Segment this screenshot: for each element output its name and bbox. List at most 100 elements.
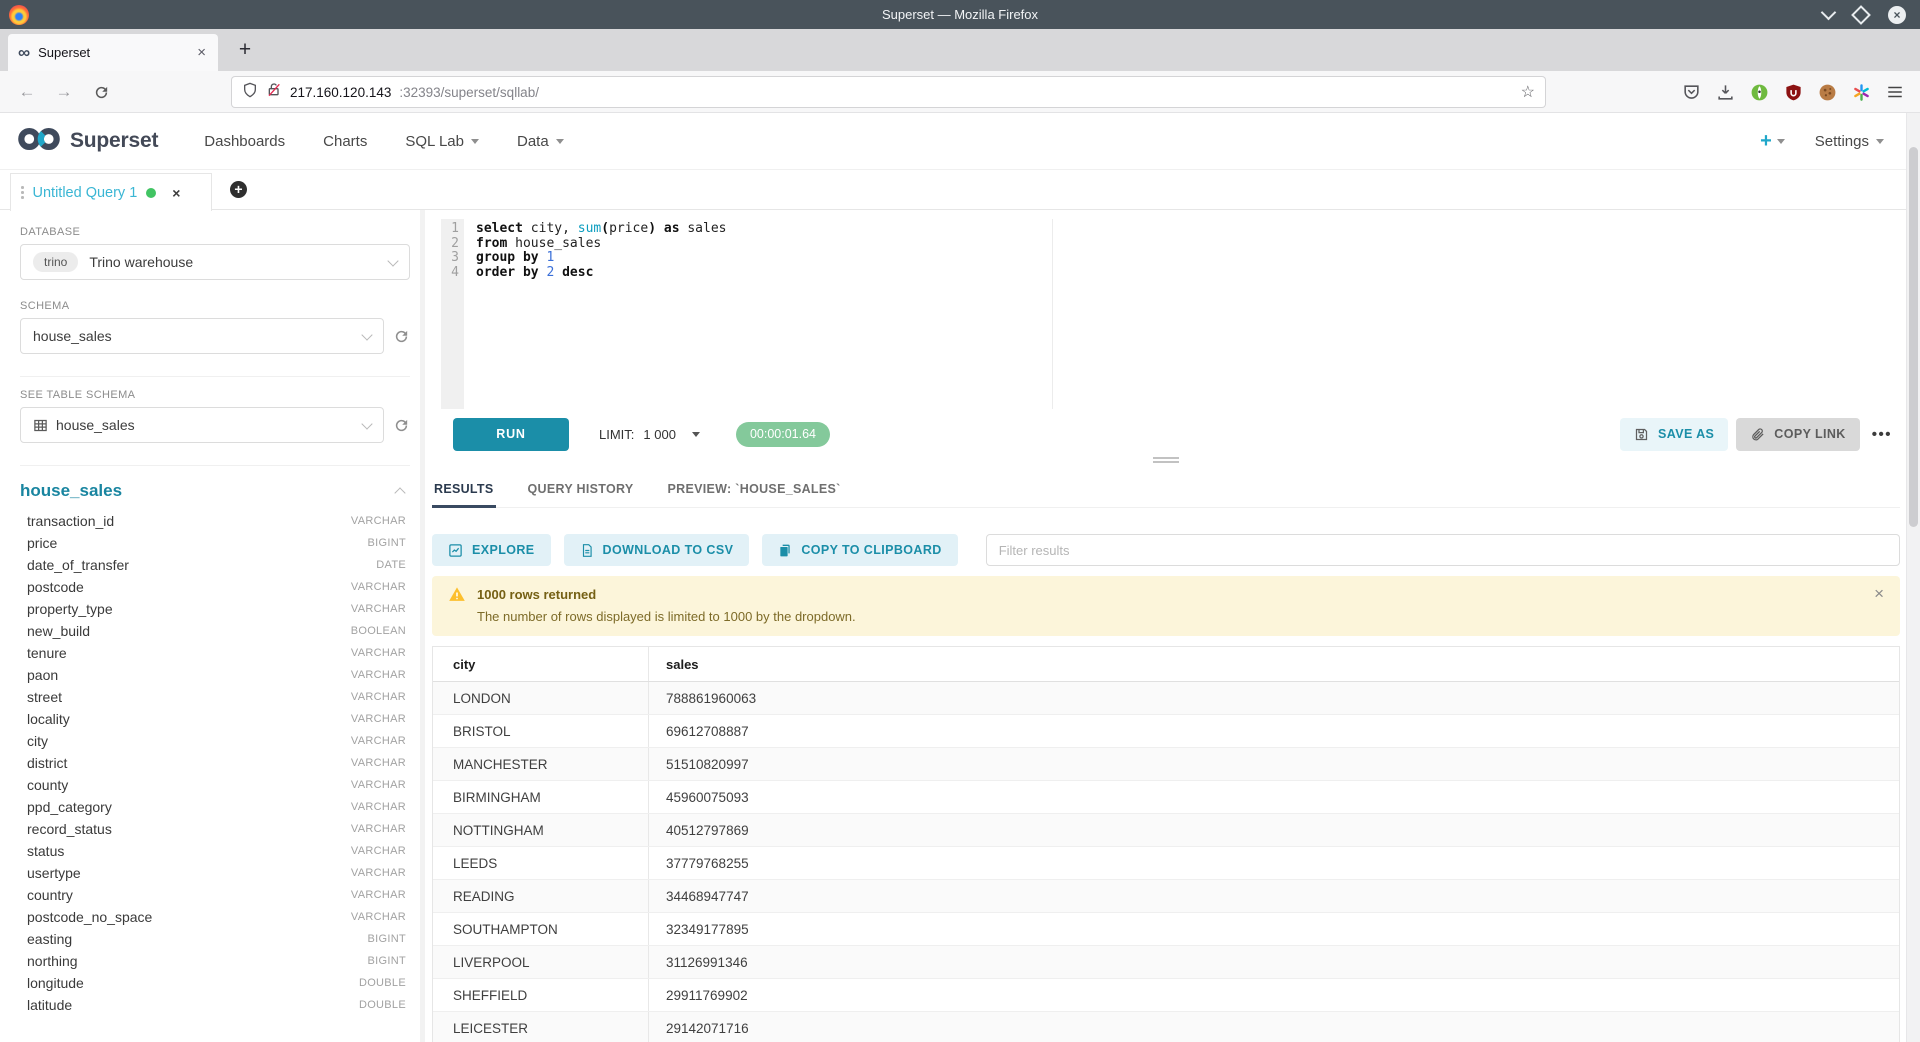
header-city[interactable]: city bbox=[433, 647, 649, 681]
os-titlebar: Superset — Mozilla Firefox × bbox=[0, 0, 1920, 29]
scrollbar-thumb[interactable] bbox=[1909, 147, 1918, 527]
sqllab-main-panel: 1234 select city, sum(price) as salesfro… bbox=[432, 210, 1900, 1042]
window-title: Superset — Mozilla Firefox bbox=[0, 7, 1920, 22]
run-button[interactable]: RUN bbox=[453, 418, 569, 451]
query-status-dot bbox=[146, 188, 156, 198]
cell-sales: 69612708887 bbox=[649, 715, 1899, 747]
query-tab-label: Untitled Query 1 bbox=[33, 185, 138, 201]
limit-dropdown[interactable]: LIMIT: 1 000 bbox=[599, 427, 700, 442]
sql-editor[interactable]: 1234 select city, sum(price) as salesfro… bbox=[441, 219, 1900, 409]
results-tab-preview[interactable]: PREVIEW: `HOUSE_SALES` bbox=[666, 479, 843, 507]
cell-sales: 51510820997 bbox=[649, 748, 1899, 780]
add-query-tab-button[interactable]: + bbox=[230, 181, 247, 198]
forward-arrow-icon[interactable]: → bbox=[49, 77, 79, 107]
reload-icon[interactable] bbox=[86, 77, 116, 107]
schema-column-row: cityVARCHAR bbox=[27, 730, 410, 752]
superset-logo-icon[interactable] bbox=[16, 124, 62, 159]
broken-lock-icon[interactable] bbox=[266, 82, 282, 103]
browser-tab-title: Superset bbox=[38, 45, 195, 60]
clipboard-icon bbox=[778, 543, 792, 558]
copy-clipboard-button[interactable]: COPY TO CLIPBOARD bbox=[762, 534, 957, 566]
header-sales[interactable]: sales bbox=[649, 647, 1899, 681]
browser-tab[interactable]: ∞ Superset × bbox=[8, 34, 218, 71]
download-csv-button[interactable]: DOWNLOAD TO CSV bbox=[564, 534, 750, 566]
shield-icon[interactable] bbox=[242, 82, 258, 103]
back-arrow-icon[interactable]: ← bbox=[12, 77, 42, 107]
pane-splitter-handle[interactable] bbox=[1153, 457, 1179, 465]
url-bar[interactable]: 217.160.120.143 :32393/superset/sqllab/ … bbox=[232, 77, 1545, 107]
table-name-heading[interactable]: house_sales bbox=[20, 481, 122, 501]
code-token: city, bbox=[523, 221, 578, 236]
tab-close-icon[interactable]: × bbox=[195, 44, 208, 61]
schema-column-row: districtVARCHAR bbox=[27, 752, 410, 774]
window-close-icon[interactable]: × bbox=[1888, 6, 1906, 24]
cell-city: SHEFFIELD bbox=[433, 979, 649, 1011]
code-token: select bbox=[476, 221, 523, 236]
results-tab-query-history[interactable]: QUERY HISTORY bbox=[526, 479, 636, 507]
copy-link-button[interactable]: COPY LINK bbox=[1736, 418, 1859, 451]
schema-column-row: ppd_categoryVARCHAR bbox=[27, 796, 410, 818]
settings-menu[interactable]: Settings bbox=[1815, 133, 1884, 150]
chevron-up-icon[interactable] bbox=[394, 487, 405, 498]
new-item-button[interactable]: + bbox=[1760, 130, 1785, 153]
column-type: VARCHAR bbox=[351, 757, 406, 769]
column-name: record_status bbox=[27, 821, 112, 837]
alert-close-icon[interactable]: × bbox=[1874, 584, 1884, 604]
table-row: LEEDS37779768255 bbox=[433, 847, 1899, 880]
extension-pinwheel-icon[interactable] bbox=[1852, 83, 1871, 102]
refresh-schema-icon[interactable] bbox=[393, 328, 410, 345]
brand-name[interactable]: Superset bbox=[70, 129, 158, 153]
column-name: country bbox=[27, 887, 73, 903]
column-type: VARCHAR bbox=[351, 867, 406, 879]
table-row: SHEFFIELD29911769902 bbox=[433, 979, 1899, 1012]
drag-handle-icon[interactable] bbox=[21, 186, 24, 199]
more-options-icon[interactable]: ••• bbox=[1872, 426, 1892, 443]
privacy-badger-icon[interactable] bbox=[1750, 83, 1769, 102]
refresh-table-icon[interactable] bbox=[393, 417, 410, 434]
menu-icon[interactable] bbox=[1886, 83, 1904, 101]
column-name: street bbox=[27, 689, 62, 705]
url-path: :32393/superset/sqllab/ bbox=[399, 85, 1512, 100]
cell-city: SOUTHAMPTON bbox=[433, 913, 649, 945]
results-tab-results[interactable]: RESULTS bbox=[432, 479, 496, 507]
column-name: price bbox=[27, 535, 57, 551]
query-tab-close-icon[interactable]: × bbox=[172, 185, 180, 201]
sidebar-resize-handle[interactable] bbox=[420, 210, 425, 1042]
nav-item-charts[interactable]: Charts bbox=[323, 133, 367, 150]
schema-column-row: tenureVARCHAR bbox=[27, 642, 410, 664]
bookmark-star-icon[interactable]: ☆ bbox=[1521, 82, 1535, 102]
schema-column-row: priceBIGINT bbox=[27, 532, 410, 554]
query-tab[interactable]: Untitled Query 1 × bbox=[10, 173, 212, 211]
schema-column-row: streetVARCHAR bbox=[27, 686, 410, 708]
ublock-origin-icon[interactable] bbox=[1784, 83, 1803, 102]
schema-label: SCHEMA bbox=[20, 300, 410, 312]
schema-column-row: record_statusVARCHAR bbox=[27, 818, 410, 840]
table-row: LEICESTER29142071716 bbox=[433, 1012, 1899, 1042]
column-type: VARCHAR bbox=[351, 889, 406, 901]
page-scrollbar[interactable] bbox=[1906, 113, 1920, 1042]
column-name: latitude bbox=[27, 997, 72, 1013]
save-as-button[interactable]: SAVE AS bbox=[1620, 418, 1728, 451]
column-name: transaction_id bbox=[27, 513, 114, 529]
code-line: order by 2 desc bbox=[476, 266, 1900, 281]
new-tab-button[interactable]: + bbox=[232, 37, 258, 63]
window-maximize-icon[interactable] bbox=[1851, 5, 1871, 25]
cell-sales: 29142071716 bbox=[649, 1012, 1899, 1042]
pocket-icon[interactable] bbox=[1682, 83, 1701, 102]
nav-item-dashboards[interactable]: Dashboards bbox=[204, 133, 285, 150]
downloads-icon[interactable] bbox=[1716, 83, 1735, 102]
cookie-icon[interactable] bbox=[1818, 83, 1837, 102]
explore-button[interactable]: EXPLORE bbox=[432, 534, 551, 566]
nav-item-data[interactable]: Data bbox=[517, 133, 564, 150]
rows-returned-alert: 1000 rows returned The number of rows di… bbox=[432, 576, 1900, 636]
filter-results-input[interactable] bbox=[986, 534, 1900, 566]
window-minimize-icon[interactable] bbox=[1821, 4, 1837, 20]
table-select[interactable]: house_sales bbox=[20, 407, 384, 443]
code-token: sales bbox=[680, 221, 727, 236]
database-select[interactable]: trino Trino warehouse bbox=[20, 244, 410, 280]
column-name: ppd_category bbox=[27, 799, 112, 815]
cell-city: NOTTINGHAM bbox=[433, 814, 649, 846]
nav-item-sql-lab[interactable]: SQL Lab bbox=[405, 133, 479, 150]
column-name: usertype bbox=[27, 865, 81, 881]
schema-select[interactable]: house_sales bbox=[20, 318, 384, 354]
